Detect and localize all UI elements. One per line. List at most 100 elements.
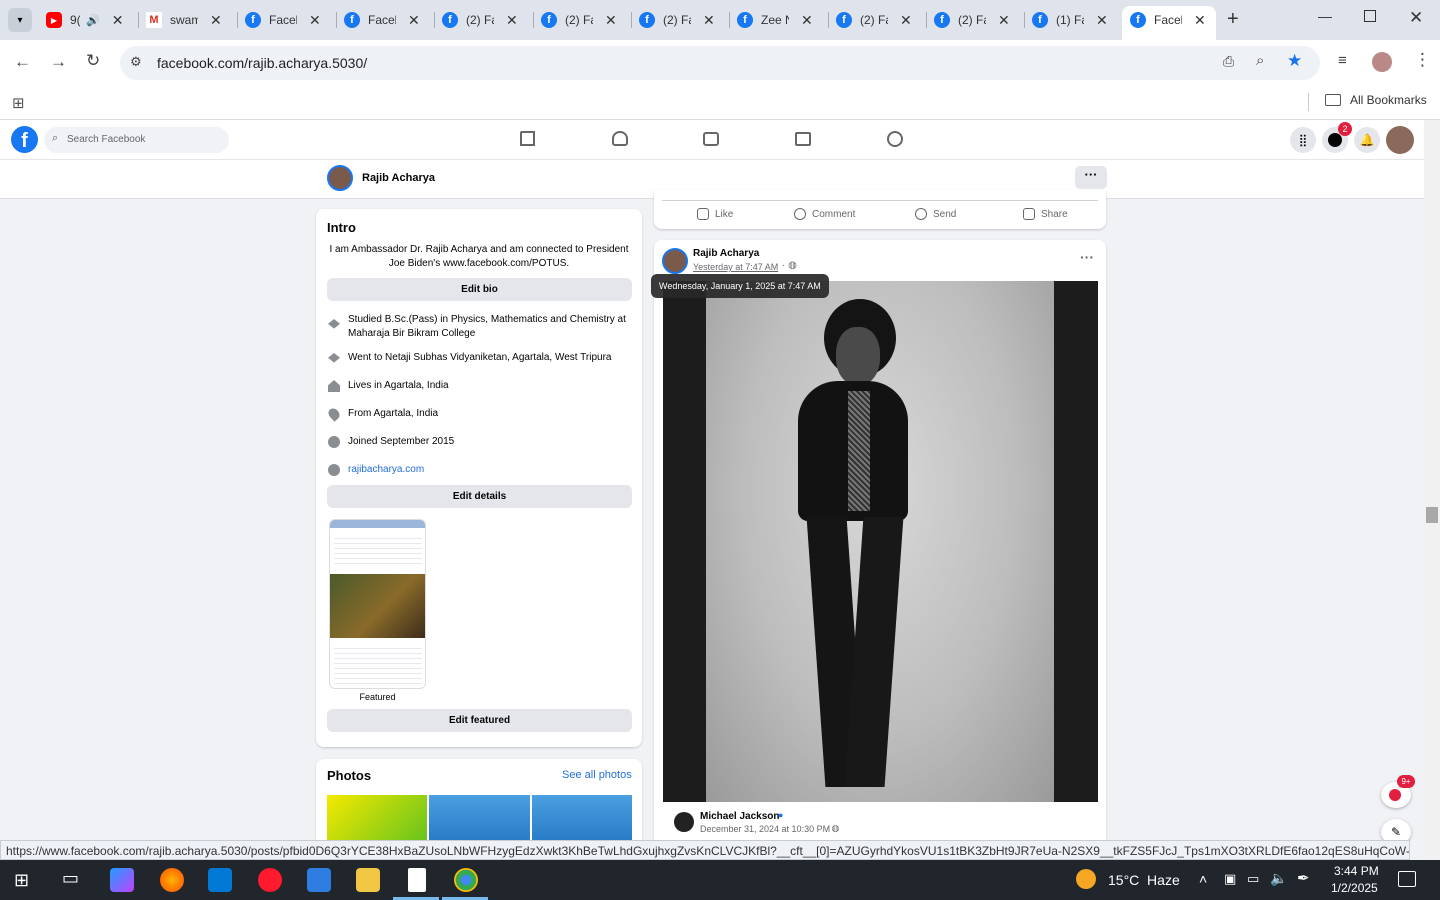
- home-nav-icon[interactable]: [520, 131, 535, 146]
- marketplace-nav-icon[interactable]: [795, 132, 811, 146]
- friends-nav-icon[interactable]: [612, 131, 628, 146]
- clock-time[interactable]: 3:44 PM: [1334, 864, 1379, 878]
- search-input[interactable]: ⌕ Search Facebook: [44, 127, 229, 153]
- close-tab-icon[interactable]: ✕: [998, 12, 1010, 29]
- chrome-icon[interactable]: [454, 868, 478, 892]
- zoom-icon[interactable]: ⌕: [1256, 52, 1264, 69]
- bookmark-star-icon[interactable]: ★: [1287, 51, 1302, 71]
- all-bookmarks-link[interactable]: All Bookmarks: [1350, 93, 1427, 107]
- back-button[interactable]: ←: [14, 52, 31, 72]
- notification-center-icon[interactable]: [1398, 871, 1416, 887]
- post-author-avatar[interactable]: [662, 248, 688, 274]
- close-tab-icon[interactable]: ✕: [801, 12, 813, 29]
- browser-tab[interactable]: f (2) Fa ✕: [639, 6, 715, 34]
- like-button[interactable]: Like: [697, 208, 733, 220]
- menu-icon[interactable]: ⋮: [1414, 50, 1431, 70]
- opera-icon[interactable]: [258, 868, 282, 892]
- weather-icon[interactable]: [1076, 869, 1096, 889]
- edit-featured-button[interactable]: Edit featured: [327, 709, 632, 732]
- browser-tab[interactable]: f Faceb ✕: [344, 6, 420, 34]
- task-view-icon[interactable]: ▭: [62, 868, 79, 889]
- close-tab-icon[interactable]: ✕: [1194, 12, 1206, 29]
- groups-nav-icon[interactable]: [887, 131, 903, 147]
- install-app-icon[interactable]: ⎙: [1223, 53, 1234, 70]
- close-tab-icon[interactable]: ✕: [112, 12, 124, 29]
- shared-author-avatar[interactable]: [674, 812, 694, 832]
- edit-details-button[interactable]: Edit details: [327, 485, 632, 508]
- site-info-icon[interactable]: ⚙: [130, 54, 142, 70]
- profile-avatar[interactable]: [1372, 52, 1392, 72]
- divider: [662, 200, 1098, 201]
- page-scrollbar[interactable]: [1424, 120, 1440, 860]
- close-tab-icon[interactable]: ✕: [703, 12, 715, 29]
- display-icon[interactable]: ▭: [1247, 871, 1259, 887]
- close-window-button[interactable]: ✕: [1409, 8, 1423, 28]
- browser-tab[interactable]: f (2) Fa ✕: [934, 6, 1010, 34]
- browser-tab[interactable]: f (1) Fa ✕: [1032, 6, 1108, 34]
- copilot-icon[interactable]: [110, 868, 134, 892]
- post-timestamp[interactable]: Yesterday at 7:47 AM: [693, 262, 778, 272]
- maximize-button[interactable]: [1364, 10, 1376, 22]
- minimize-button[interactable]: —: [1318, 8, 1332, 24]
- weather-text[interactable]: 15°C Haze: [1108, 872, 1180, 888]
- close-tab-icon[interactable]: ✕: [309, 12, 321, 29]
- comment-button[interactable]: Comment: [794, 208, 855, 220]
- browser-tab[interactable]: ▶ 9(🔊 ✕: [46, 6, 123, 34]
- windows-start-icon[interactable]: ⊞: [14, 870, 29, 891]
- featured-thumbnail[interactable]: [329, 519, 426, 689]
- see-all-photos-link[interactable]: See all photos: [562, 769, 632, 781]
- browser-tab[interactable]: Mswam ✕: [146, 6, 222, 34]
- audio-playing-icon[interactable]: 🔊: [86, 14, 100, 27]
- video-nav-icon[interactable]: [703, 132, 719, 146]
- address-bar[interactable]: ⚙ facebook.com/rajib.acharya.5030/ ⎙ ⌕ ★: [120, 46, 1320, 80]
- reload-button[interactable]: ↻: [86, 51, 100, 71]
- close-tab-icon[interactable]: ✕: [605, 12, 617, 29]
- shared-post-timestamp[interactable]: December 31, 2024 at 10:30 PM: [700, 824, 830, 834]
- notepad-icon[interactable]: [408, 868, 426, 892]
- profile-avatar-small[interactable]: [327, 165, 353, 191]
- close-tab-icon[interactable]: ✕: [506, 12, 518, 29]
- profile-name[interactable]: Rajib Acharya: [362, 172, 435, 184]
- scrollbar-thumb[interactable]: [1426, 507, 1438, 523]
- send-button[interactable]: Send: [915, 208, 956, 220]
- url-text[interactable]: facebook.com/rajib.acharya.5030/: [157, 55, 367, 71]
- intro-website-link[interactable]: rajibacharya.com: [348, 463, 424, 477]
- close-tab-icon[interactable]: ✕: [1096, 12, 1108, 29]
- messenger-icon: [1328, 133, 1342, 147]
- browser-tab[interactable]: f (2) Fa ✕: [442, 6, 518, 34]
- forward-button[interactable]: →: [50, 52, 67, 72]
- close-tab-icon[interactable]: ✕: [408, 12, 420, 29]
- file-explorer-icon[interactable]: [356, 868, 380, 892]
- pen-icon[interactable]: ✒: [1297, 869, 1310, 887]
- apps-icon[interactable]: ⊞: [12, 94, 25, 112]
- post-options-icon[interactable]: ···: [1080, 249, 1094, 265]
- more-options-button[interactable]: ···: [1075, 166, 1107, 189]
- chevron-up-icon[interactable]: ˄: [1199, 871, 1207, 887]
- network-icon[interactable]: ▣: [1224, 871, 1236, 887]
- close-tab-icon[interactable]: ✕: [210, 12, 222, 29]
- post-author-name[interactable]: Rajib Acharya: [693, 248, 759, 259]
- browser-tab[interactable]: f (2) Fa ✕: [541, 6, 617, 34]
- facebook-logo[interactable]: f: [11, 126, 38, 153]
- clock-date[interactable]: 1/2/2025: [1331, 881, 1378, 895]
- volume-icon[interactable]: 🔈: [1270, 870, 1287, 887]
- tab-search-button[interactable]: ▾: [8, 8, 32, 32]
- app-icon[interactable]: [307, 868, 331, 892]
- post-image[interactable]: [663, 281, 1098, 802]
- browser-tab[interactable]: f Faceb ✕: [1130, 6, 1206, 34]
- notifications-button[interactable]: 🔔: [1354, 127, 1380, 153]
- shared-author-name[interactable]: Michael Jackson: [700, 811, 779, 822]
- share-button[interactable]: Share: [1023, 208, 1068, 220]
- account-avatar[interactable]: [1386, 126, 1414, 154]
- close-tab-icon[interactable]: ✕: [900, 12, 912, 29]
- browser-tab[interactable]: f Faceb ✕: [245, 6, 321, 34]
- like-icon: [697, 208, 709, 220]
- store-icon[interactable]: [208, 868, 232, 892]
- firefox-icon[interactable]: [160, 868, 184, 892]
- media-controls-icon[interactable]: ≡: [1338, 52, 1347, 69]
- menu-grid-button[interactable]: ⣿: [1290, 127, 1316, 153]
- edit-bio-button[interactable]: Edit bio: [327, 278, 632, 301]
- browser-tab[interactable]: f Zee N ✕: [737, 6, 813, 34]
- new-tab-button[interactable]: +: [1227, 8, 1239, 31]
- browser-tab[interactable]: f (2) Fa ✕: [836, 6, 912, 34]
